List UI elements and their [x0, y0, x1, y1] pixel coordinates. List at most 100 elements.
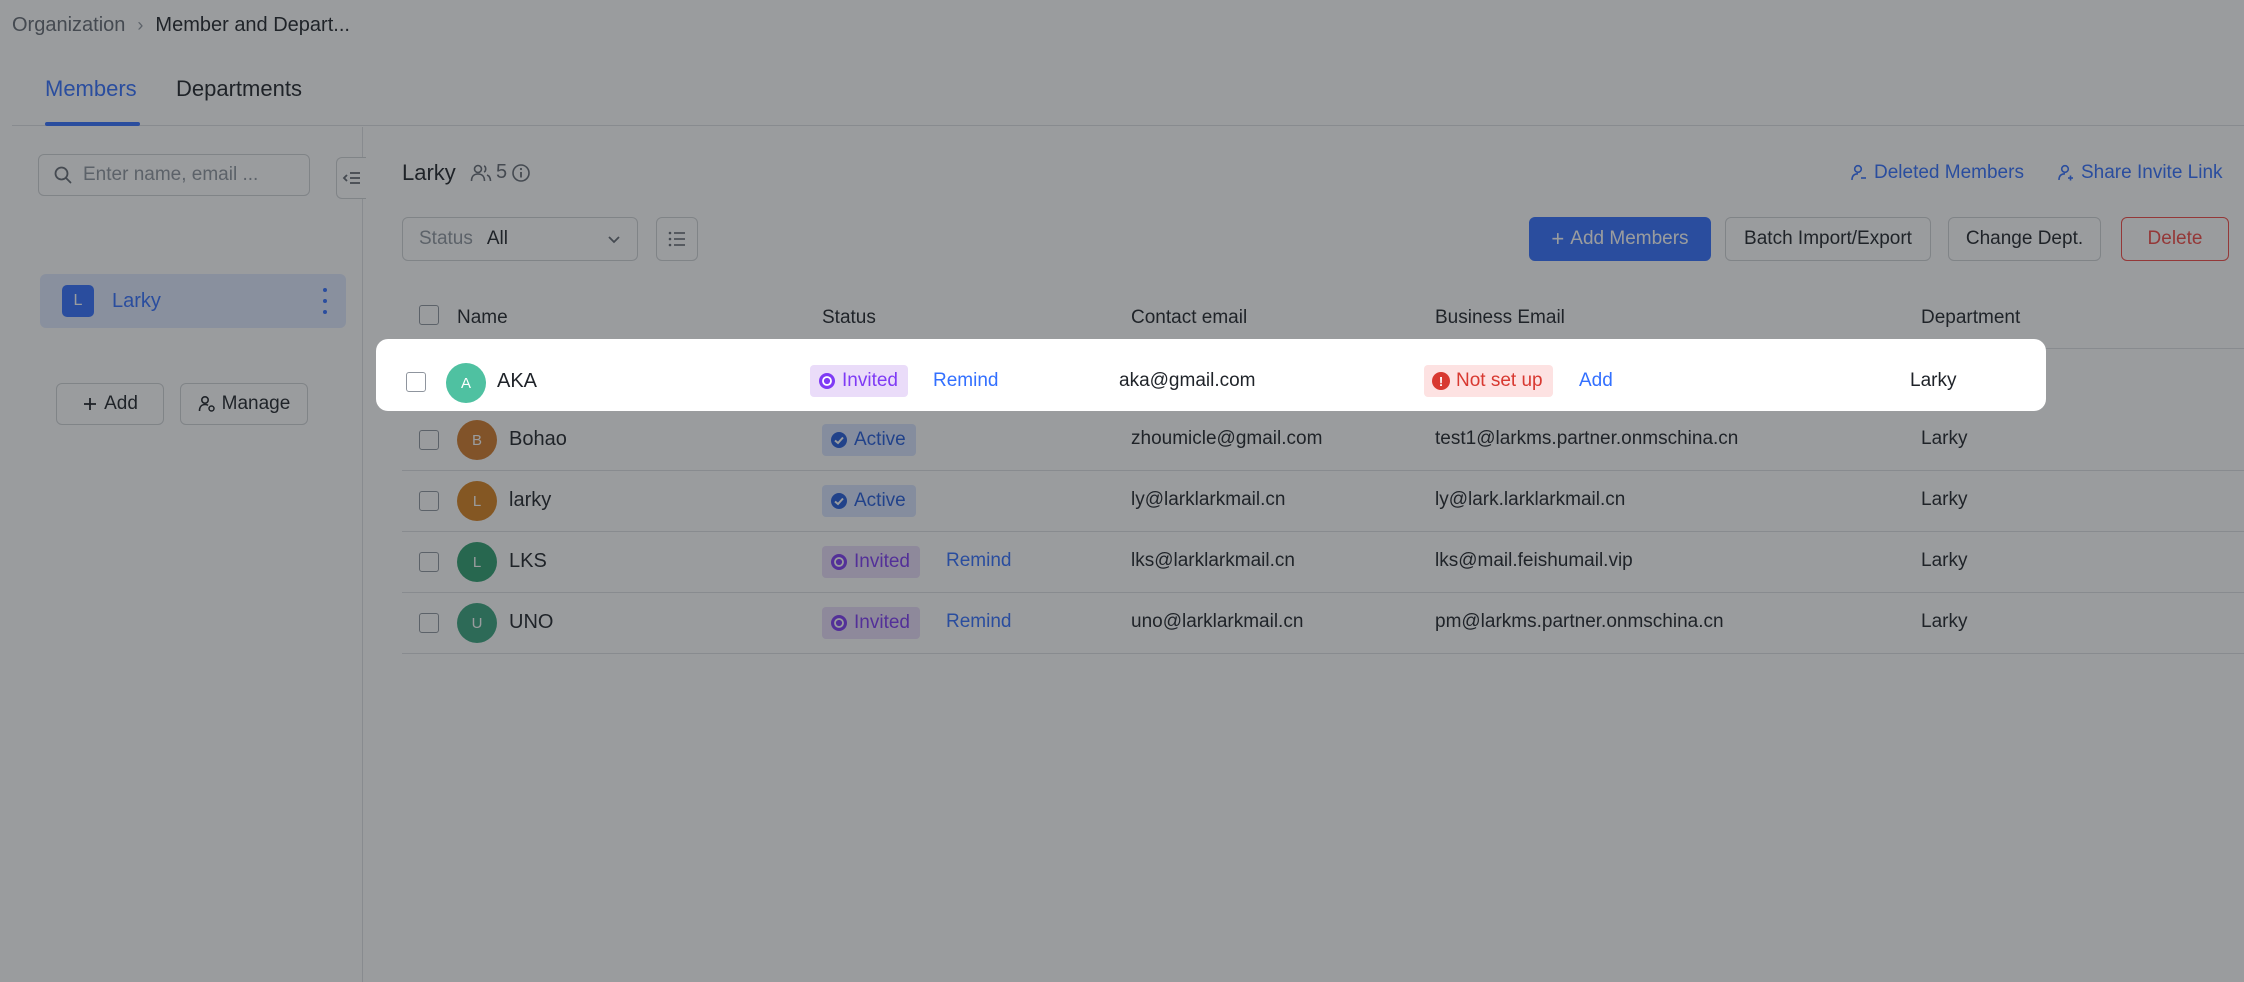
sidebar-item-larky[interactable]: L Larky — [40, 274, 346, 328]
breadcrumb-organization[interactable]: Organization — [12, 14, 125, 37]
contact-email: ly@larklarkmail.cn — [1131, 489, 1286, 510]
user-icon — [1851, 164, 1866, 181]
contact-email: lks@larklarkmail.cn — [1131, 550, 1295, 571]
batch-import-export-button[interactable]: Batch Import/Export — [1725, 217, 1931, 261]
status-badge: Invited — [810, 365, 908, 397]
add-department-button[interactable]: Add — [56, 383, 164, 425]
change-dept-button[interactable]: Change Dept. — [1948, 217, 2101, 261]
business-email: pm@larkms.partner.onmschina.cn — [1435, 611, 1724, 632]
row-checkbox[interactable] — [419, 552, 439, 572]
alert-icon: ! — [1432, 372, 1450, 390]
department-avatar: L — [62, 285, 94, 317]
member-count-value: 5 — [496, 161, 508, 183]
deleted-members-link[interactable]: Deleted Members — [1850, 162, 2024, 184]
tab-active-indicator — [45, 122, 140, 126]
invited-icon — [830, 553, 848, 571]
more-options-icon[interactable] — [322, 288, 328, 314]
remind-link[interactable]: Remind — [946, 550, 1011, 572]
users-icon — [470, 164, 492, 181]
add-members-label: Add Members — [1570, 228, 1689, 249]
column-contact-email: Contact email — [1131, 307, 1248, 328]
row-checkbox[interactable] — [406, 372, 426, 392]
column-business-email: Business Email — [1435, 307, 1565, 328]
table-row[interactable]: L LKS Invited Remind lks@larklarkmail.cn lks@… — [402, 532, 2244, 593]
delete-button[interactable]: Delete — [2121, 217, 2229, 261]
member-department: Larky — [1921, 428, 1968, 449]
status-filter-value: All — [486, 228, 508, 249]
content-card: Members Departments L Larky Add Manage — [12, 50, 2244, 982]
contact-email: aka@gmail.com — [1119, 370, 1256, 391]
search-input[interactable] — [83, 164, 303, 186]
add-label: Add — [104, 393, 138, 414]
row-checkbox[interactable] — [419, 613, 439, 633]
add-members-button[interactable]: + Add Members — [1529, 217, 1711, 261]
tab-departments[interactable]: Departments — [176, 76, 302, 102]
invited-icon — [818, 372, 836, 390]
avatar: B — [457, 420, 497, 460]
status-filter-select[interactable]: Status All — [402, 217, 638, 261]
table-row[interactable]: B Bohao Active zhoumicle@gmail.com test1@lar… — [402, 410, 2244, 471]
status-badge: Active — [822, 485, 916, 517]
breadcrumb: Organization › Member and Depart... — [0, 0, 2244, 50]
tab-members[interactable]: Members — [45, 76, 137, 102]
avatar: U — [457, 603, 497, 643]
member-department: Larky — [1921, 489, 1968, 510]
deleted-members-label: Deleted Members — [1874, 162, 2024, 183]
tab-bar: Members Departments — [12, 50, 2244, 126]
breadcrumb-current: Member and Depart... — [155, 13, 350, 36]
column-settings-button[interactable] — [656, 217, 698, 261]
column-status: Status — [822, 307, 876, 328]
collapse-sidebar-button[interactable] — [336, 157, 366, 199]
member-department: Larky — [1910, 370, 1957, 391]
status-badge: Invited — [822, 607, 920, 639]
member-name[interactable]: AKA — [497, 370, 537, 393]
contact-email: uno@larklarkmail.cn — [1131, 611, 1304, 632]
user-share-icon — [2058, 164, 2073, 181]
member-department: Larky — [1921, 611, 1968, 632]
table-row[interactable]: A AKA Invited Remind aka@gmail.com! Not set u… — [376, 339, 2046, 411]
user-settings-icon — [198, 395, 216, 413]
member-name[interactable]: larky — [509, 489, 551, 512]
status-filter-label: Status — [419, 228, 473, 249]
chevron-right-icon: › — [137, 14, 144, 35]
check-icon — [830, 492, 848, 510]
select-all-checkbox[interactable] — [419, 305, 439, 325]
invited-icon — [830, 614, 848, 632]
add-business-email-link[interactable]: Add — [1579, 370, 1613, 392]
avatar: L — [457, 542, 497, 582]
list-icon — [668, 231, 685, 247]
contact-email: zhoumicle@gmail.com — [1131, 428, 1323, 449]
business-email: test1@larkms.partner.onmschina.cn — [1435, 428, 1739, 449]
status-text: Active — [854, 490, 906, 511]
remind-link[interactable]: Remind — [946, 611, 1011, 633]
collapse-icon — [342, 172, 360, 184]
status-text: Invited — [854, 551, 910, 572]
row-checkbox[interactable] — [419, 491, 439, 511]
plus-icon — [82, 396, 98, 412]
manage-button[interactable]: Manage — [180, 383, 308, 425]
member-name[interactable]: LKS — [509, 550, 547, 573]
column-name: Name — [457, 307, 508, 328]
department-sidebar: L Larky Add Manage — [12, 127, 366, 982]
status-badge: Invited — [822, 546, 920, 578]
business-email: ly@lark.larklarkmail.cn — [1435, 489, 1626, 510]
search-icon — [54, 166, 72, 184]
table-row[interactable]: U UNO Invited Remind uno@larklarkmail.cn pm@l… — [402, 593, 2244, 654]
search-box — [38, 154, 310, 196]
business-email: lks@mail.feishumail.vip — [1435, 550, 1633, 571]
page-title: Larky — [402, 160, 456, 185]
members-panel: Larky 5 Deleted Members Share Invite Lin… — [364, 127, 2244, 982]
member-name[interactable]: UNO — [509, 611, 553, 634]
business-email-status: Not set up — [1456, 370, 1543, 391]
status-badge: Active — [822, 424, 916, 456]
info-icon[interactable] — [511, 163, 531, 183]
plus-icon: + — [1551, 226, 1565, 251]
not-set-up-badge: ! Not set up — [1424, 365, 1553, 397]
remind-link[interactable]: Remind — [933, 370, 998, 392]
member-name[interactable]: Bohao — [509, 428, 567, 451]
share-invite-link[interactable]: Share Invite Link — [2057, 162, 2223, 184]
highlighted-row: A AKA Invited Remind aka@gmail.com! Not set u… — [376, 339, 2046, 411]
row-checkbox[interactable] — [419, 430, 439, 450]
table-row[interactable]: Llarky Active ly@larklarkmail.cn ly@lark.la… — [402, 471, 2244, 532]
member-count: 5 — [470, 161, 531, 184]
